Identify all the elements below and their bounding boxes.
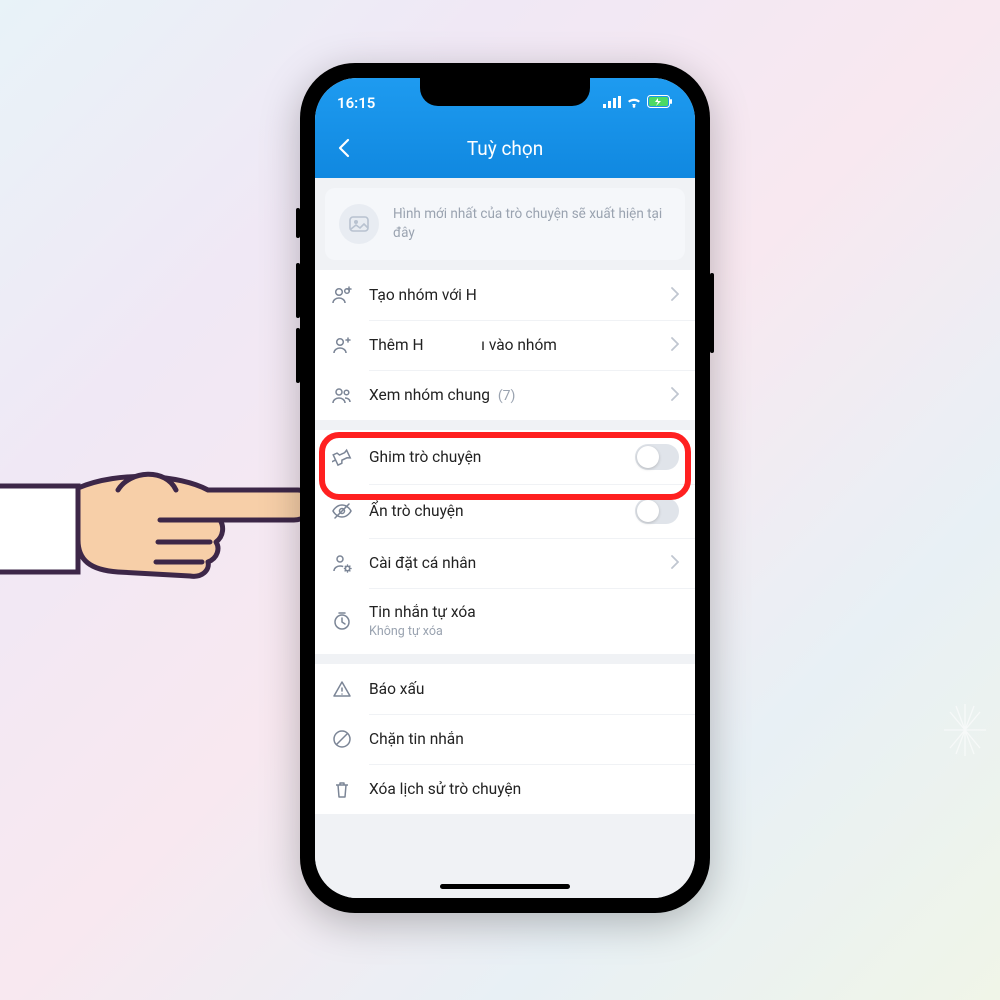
report-label: Báo xấu (369, 679, 679, 699)
back-button[interactable] (329, 133, 359, 163)
hide-chat-row[interactable]: Ẩn trò chuyện (315, 484, 695, 538)
block-icon (331, 728, 353, 750)
home-indicator (440, 884, 570, 889)
wifi-icon (626, 94, 642, 112)
chevron-right-icon (671, 386, 679, 405)
page-title: Tuỳ chọn (315, 137, 695, 160)
pin-chat-label: Ghim trò chuyện (369, 447, 619, 467)
block-row[interactable]: Chặn tin nhắn (315, 714, 695, 764)
person-gear-icon (331, 552, 353, 574)
warning-icon (331, 678, 353, 700)
chevron-right-icon (671, 554, 679, 573)
add-to-group-label: Thêm H ı vào nhóm (369, 335, 655, 355)
chevron-right-icon (671, 336, 679, 355)
hide-chat-label: Ẩn trò chuyện (369, 501, 619, 521)
personal-settings-label: Cài đặt cá nhân (369, 553, 655, 573)
media-placeholder-icon (339, 204, 379, 244)
pointing-hand-illustration (0, 420, 310, 620)
signal-icon (603, 94, 621, 112)
personal-settings-row[interactable]: Cài đặt cá nhân (315, 538, 695, 588)
block-label: Chặn tin nhắn (369, 729, 679, 749)
create-group-label: Tạo nhóm với H (369, 285, 655, 305)
shared-groups-row[interactable]: Xem nhóm chung (7) (315, 370, 695, 420)
person-add-icon (331, 334, 353, 356)
nav-bar: Tuỳ chọn (315, 118, 695, 178)
pin-icon (331, 446, 353, 468)
options-group-2: Ghim trò chuyện Ẩn trò chuyện Cài đặt cá… (315, 430, 695, 654)
shared-groups-label: Xem nhóm chung (7) (369, 385, 655, 405)
shared-groups-count: (7) (498, 388, 516, 404)
group-add-icon (331, 284, 353, 306)
auto-delete-sub: Không tự xóa (369, 624, 679, 640)
phone-screen: 16:15 Tuỳ chọn (315, 78, 695, 898)
battery-icon (647, 94, 673, 112)
phone-frame: 16:15 Tuỳ chọn (300, 63, 710, 913)
delete-history-row[interactable]: Xóa lịch sử trò chuyện (315, 764, 695, 814)
content-area: Hình mới nhất của trò chuyện sẽ xuất hiệ… (315, 178, 695, 898)
timer-icon (331, 610, 353, 632)
create-group-row[interactable]: Tạo nhóm với H (315, 270, 695, 320)
delete-history-label: Xóa lịch sử trò chuyện (369, 779, 679, 799)
phone-notch (420, 78, 590, 106)
auto-delete-label: Tin nhắn tự xóa (369, 602, 679, 622)
options-group-1: Tạo nhóm với H Thêm H ı vào nhóm (315, 270, 695, 420)
chevron-right-icon (671, 286, 679, 305)
eye-off-icon (331, 500, 353, 522)
pin-chat-toggle[interactable] (635, 444, 679, 470)
status-time: 16:15 (337, 94, 375, 112)
report-row[interactable]: Báo xấu (315, 664, 695, 714)
options-group-3: Báo xấu Chặn tin nhắn Xóa lịch sử trò ch… (315, 664, 695, 814)
auto-delete-text: Tin nhắn tự xóa Không tự xóa (369, 602, 679, 640)
pin-chat-row[interactable]: Ghim trò chuyện (315, 430, 695, 484)
trash-icon (331, 778, 353, 800)
hide-chat-toggle[interactable] (635, 498, 679, 524)
media-placeholder[interactable]: Hình mới nhất của trò chuyện sẽ xuất hiệ… (325, 188, 685, 260)
auto-delete-row[interactable]: Tin nhắn tự xóa Không tự xóa (315, 588, 695, 654)
add-to-group-row[interactable]: Thêm H ı vào nhóm (315, 320, 695, 370)
media-placeholder-text: Hình mới nhất của trò chuyện sẽ xuất hiệ… (393, 205, 671, 243)
sparkle-decoration (940, 700, 990, 764)
people-icon (331, 384, 353, 406)
